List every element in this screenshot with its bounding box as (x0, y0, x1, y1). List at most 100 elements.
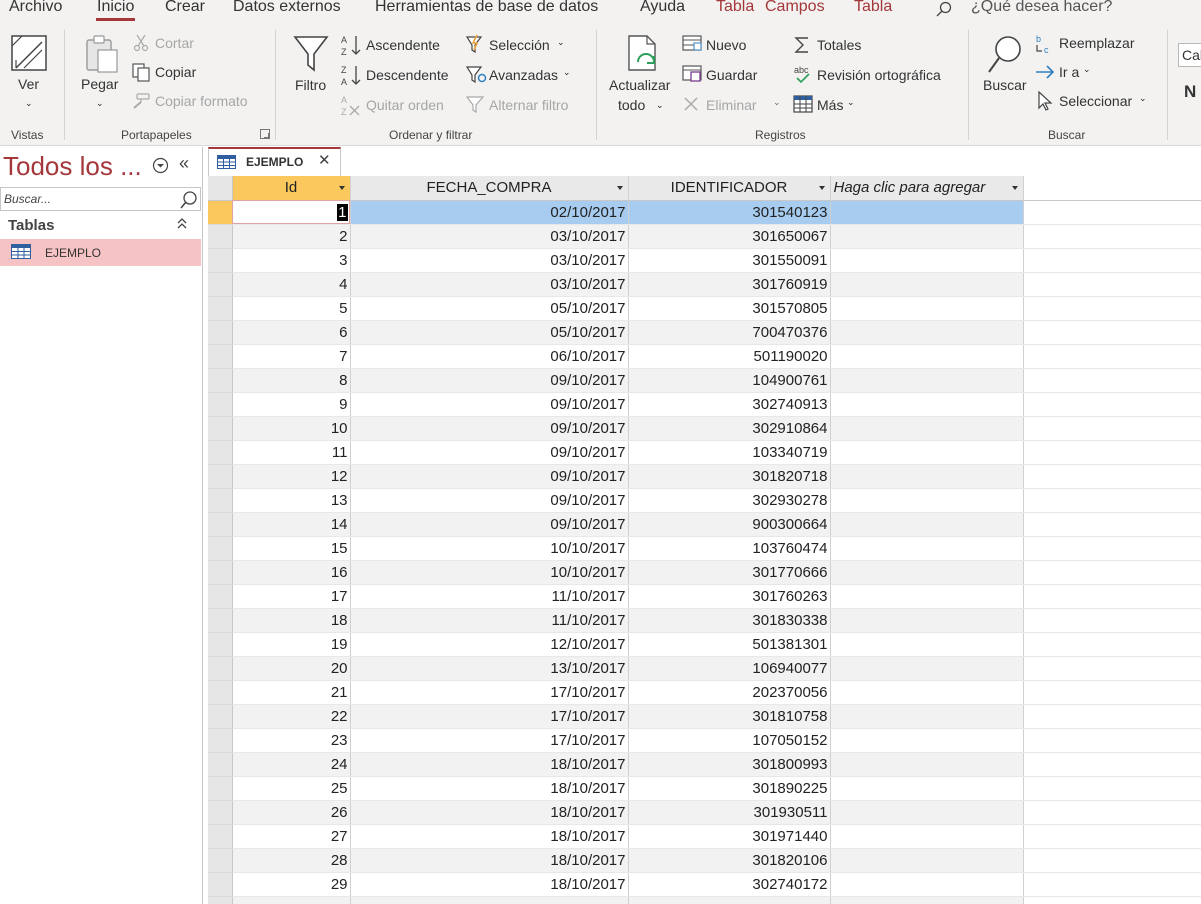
table-row[interactable]: 6 05/10/2017 700470376 (208, 320, 1201, 345)
cell-identificador[interactable]: 301570805 (628, 296, 831, 321)
cell-fecha-compra[interactable]: 09/10/2017 (350, 512, 629, 537)
cell-add-field[interactable] (830, 488, 1024, 513)
table-row[interactable]: 28 18/10/2017 301820106 (208, 848, 1201, 873)
cell-add-field[interactable] (830, 608, 1024, 633)
cell-add-field[interactable] (830, 416, 1024, 441)
table-row[interactable]: 24 18/10/2017 301800993 (208, 752, 1201, 777)
cell-add-field[interactable] (830, 344, 1024, 369)
cell-id[interactable]: 23 (232, 728, 351, 753)
selection-filter-button[interactable]: Selección (489, 34, 550, 56)
refresh-all-icon[interactable] (625, 34, 663, 74)
tab-inicio[interactable]: Inicio (95, 0, 136, 21)
cell-add-field[interactable] (830, 536, 1024, 561)
table-row[interactable]: 23 17/10/2017 107050152 (208, 728, 1201, 753)
cell-identificador[interactable]: 302740172 (628, 872, 831, 897)
record-selector[interactable] (208, 848, 233, 873)
cell-id[interactable]: 25 (232, 776, 351, 801)
more-dropdown-chevron-icon[interactable]: ⌄ (847, 97, 855, 108)
record-selector[interactable] (208, 272, 233, 297)
cell-identificador[interactable]: 302910864 (628, 416, 831, 441)
font-name-combobox[interactable]: Cal (1178, 43, 1201, 67)
table-row[interactable]: 26 18/10/2017 301930511 (208, 800, 1201, 825)
cell-add-field[interactable] (830, 560, 1024, 585)
table-row[interactable]: 13 09/10/2017 302930278 (208, 488, 1201, 513)
record-selector[interactable] (208, 824, 233, 849)
record-selector[interactable] (208, 296, 233, 321)
cell-identificador[interactable]: 501381301 (628, 632, 831, 657)
tell-me-input[interactable]: ¿Qué desea hacer? (971, 0, 1112, 16)
cell-fecha-compra[interactable]: 05/10/2017 (350, 320, 629, 345)
table-row[interactable]: 22 17/10/2017 301810758 (208, 704, 1201, 729)
record-selector[interactable] (208, 224, 233, 249)
column-header-add-field[interactable]: Haga clic para agregar (830, 176, 1024, 201)
cell-id[interactable]: 10 (232, 416, 351, 441)
cell-identificador[interactable]: 900300664 (628, 512, 831, 537)
cell-fecha-compra[interactable]: 06/10/2017 (350, 344, 629, 369)
cell-id[interactable]: 4 (232, 272, 351, 297)
record-selector[interactable] (208, 584, 233, 609)
record-selector[interactable] (208, 728, 233, 753)
cell-id[interactable] (232, 896, 351, 904)
goto-button[interactable]: Ir a (1059, 61, 1079, 83)
cell-fecha-compra[interactable]: 18/10/2017 (350, 800, 629, 825)
totals-button[interactable]: Totales (817, 34, 861, 56)
cell-id[interactable]: 9 (232, 392, 351, 417)
replace-button[interactable]: Reemplazar (1059, 32, 1134, 54)
table-row[interactable]: 11 09/10/2017 103340719 (208, 440, 1201, 465)
cell-fecha-compra[interactable]: 17/10/2017 (350, 728, 629, 753)
table-row[interactable]: 16 10/10/2017 301770666 (208, 560, 1201, 585)
table-row[interactable]: 5 05/10/2017 301570805 (208, 296, 1201, 321)
cell-add-field[interactable] (830, 248, 1024, 273)
record-selector[interactable] (208, 608, 233, 633)
record-selector[interactable] (208, 656, 233, 681)
toggle-filter-button[interactable]: Alternar filtro (489, 94, 568, 116)
cell-add-field[interactable] (830, 896, 1024, 904)
cell-add-field[interactable] (830, 296, 1024, 321)
cell-identificador[interactable]: 301760263 (628, 584, 831, 609)
cell-id[interactable]: 5 (232, 296, 351, 321)
cell-add-field[interactable] (830, 680, 1024, 705)
cell-id[interactable]: 1 (232, 200, 351, 225)
record-selector[interactable] (208, 896, 233, 904)
record-selector[interactable] (208, 488, 233, 513)
cell-add-field[interactable] (830, 272, 1024, 297)
view-icon[interactable] (10, 34, 48, 72)
cell-fecha-compra[interactable]: 12/10/2017 (350, 632, 629, 657)
paste-dropdown-chevron-icon[interactable]: ⌄ (96, 98, 104, 109)
cell-id[interactable]: 28 (232, 848, 351, 873)
filter-icon[interactable] (293, 34, 329, 74)
cell-identificador[interactable] (628, 896, 831, 904)
refresh-dropdown-chevron-icon[interactable]: ⌄ (656, 100, 664, 111)
advanced-filter-button[interactable]: Avanzadas (489, 64, 558, 86)
table-row[interactable]: 2 03/10/2017 301650067 (208, 224, 1201, 249)
cell-add-field[interactable] (830, 512, 1024, 537)
cell-fecha-compra[interactable]: 17/10/2017 (350, 704, 629, 729)
cell-add-field[interactable] (830, 872, 1024, 897)
document-tab-ejemplo[interactable]: EJEMPLO ✕ (208, 147, 341, 176)
cell-add-field[interactable] (830, 464, 1024, 489)
cell-fecha-compra[interactable]: 13/10/2017 (350, 656, 629, 681)
record-selector[interactable] (208, 416, 233, 441)
cell-id[interactable]: 2 (232, 224, 351, 249)
cell-id[interactable]: 14 (232, 512, 351, 537)
cell-add-field[interactable] (830, 632, 1024, 657)
table-row[interactable]: 12 09/10/2017 301820718 (208, 464, 1201, 489)
search-icon[interactable] (179, 190, 199, 210)
cell-fecha-compra[interactable]: 18/10/2017 (350, 776, 629, 801)
clear-sort-button[interactable]: Quitar orden (366, 94, 444, 116)
paste-button[interactable]: Pegar (81, 76, 118, 92)
cell-fecha-compra[interactable]: 18/10/2017 (350, 848, 629, 873)
record-selector[interactable] (208, 704, 233, 729)
table-row[interactable]: 17 11/10/2017 301760263 (208, 584, 1201, 609)
table-row[interactable]: 25 18/10/2017 301890225 (208, 776, 1201, 801)
format-painter-button[interactable]: Copiar formato (155, 90, 248, 112)
nav-pane-title[interactable]: Todos los ... (3, 151, 142, 182)
table-row[interactable]: 29 18/10/2017 302740172 (208, 872, 1201, 897)
cell-identificador[interactable]: 301770666 (628, 560, 831, 585)
cell-id[interactable]: 22 (232, 704, 351, 729)
cell-identificador[interactable]: 302930278 (628, 488, 831, 513)
cell-id[interactable]: 16 (232, 560, 351, 585)
new-record-button[interactable]: Nuevo (706, 34, 746, 56)
table-row[interactable]: 9 09/10/2017 302740913 (208, 392, 1201, 417)
cell-identificador[interactable]: 107050152 (628, 728, 831, 753)
